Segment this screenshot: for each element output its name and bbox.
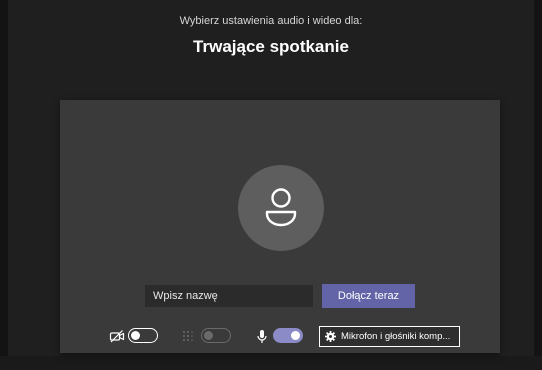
avatar bbox=[238, 165, 324, 251]
device-settings-label: Mikrofon i głośniki komp... bbox=[341, 331, 451, 342]
gear-icon bbox=[325, 331, 336, 342]
microphone-toggle-knob bbox=[291, 331, 300, 340]
meeting-subtitle: Wybierz ustawienia audio i wideo dla: bbox=[179, 15, 363, 27]
person-icon bbox=[265, 188, 297, 227]
background-blur-toggle bbox=[201, 328, 231, 343]
prejoin-screen: Wybierz ustawienia audio i wideo dla: Tr… bbox=[0, 0, 542, 370]
camera-off-icon bbox=[109, 330, 125, 343]
window-bottom-edge bbox=[0, 356, 542, 370]
join-now-button[interactable]: Dołącz teraz bbox=[322, 284, 415, 308]
device-settings-button[interactable]: Mikrofon i głośniki komp... bbox=[319, 326, 460, 347]
microphone-toggle[interactable] bbox=[273, 328, 303, 343]
preview-card: Dołącz teraz bbox=[60, 100, 500, 353]
camera-toggle[interactable] bbox=[128, 328, 158, 343]
background-blur-toggle-knob bbox=[204, 331, 213, 340]
media-controls: Mikrofon i głośniki komp... bbox=[60, 326, 500, 347]
camera-toggle-knob bbox=[131, 331, 140, 340]
microphone-icon bbox=[257, 330, 267, 343]
meeting-title: Trwające spotkanie bbox=[193, 37, 349, 56]
blur-icon bbox=[183, 331, 193, 341]
name-input[interactable] bbox=[145, 285, 313, 307]
